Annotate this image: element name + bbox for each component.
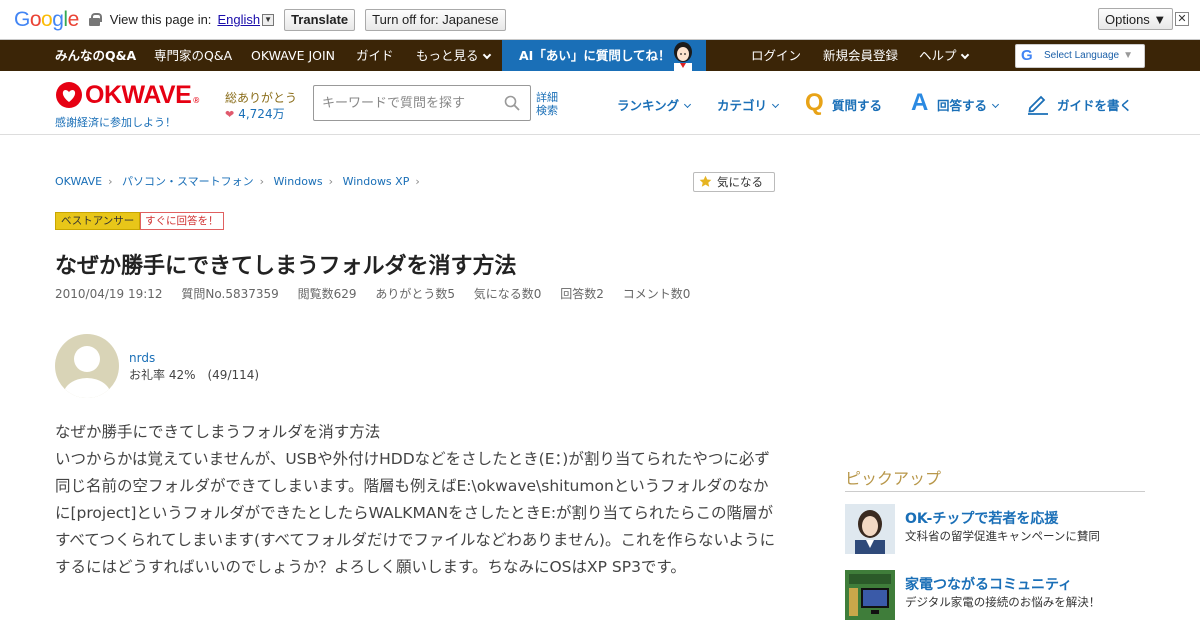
breadcrumb-separator: › [415,175,420,188]
ranking-label: ランキング [617,98,680,113]
logo-text: OKWAVE [85,80,192,109]
user-thanks-rate: お礼率 42% (49/114) [129,368,260,382]
select-language-arrow: ▼ [1123,50,1133,61]
chevron-down-icon [960,50,969,60]
watch-count: 気になる数0 [473,287,542,301]
star-icon [699,175,712,187]
answer-menu[interactable]: 回答する [937,95,1000,114]
answer-now-badge: すぐに回答を！ [140,212,224,230]
select-language-label: Select Language [1044,50,1120,61]
nav-item-help-label: ヘルプ [919,48,957,63]
nav-item-more-label: もっと見る [416,48,479,63]
slogan[interactable]: 感謝経済に参加しよう！ [55,114,176,130]
pickup-item[interactable]: 家電つながるコミュニティ デジタル家電の接続のお悩みを解決！ [845,570,1145,620]
search-box [313,85,531,121]
search-icon[interactable] [504,95,520,111]
pickup-item-title[interactable]: OK-チップで若者を応援 [905,508,1058,528]
advanced-search-label-2: 検索 [536,104,558,117]
breadcrumb-separator: › [108,175,113,188]
comment-count: コメント数0 [622,287,691,301]
select-language-dropdown[interactable]: G Select Language ▼ [1015,44,1145,68]
thanks-count: ❤ 4,724万 [225,105,285,122]
pickup-item[interactable]: OK-チップで若者を応援 文科省の留学促進キャンペーンに賛同 [845,504,1145,554]
logo-registered-mark: ® [192,96,201,105]
thanks-label: 総ありがとう [225,91,298,105]
search-input[interactable] [314,86,499,120]
answer-a-icon: A [911,89,929,116]
best-answer-badge: ベストアンサー [55,212,141,230]
close-icon[interactable]: ✕ [1175,12,1189,26]
chevron-down-icon [684,100,692,109]
breadcrumb-item-windows-xp[interactable]: Windows XP [343,175,410,188]
nav-item-register[interactable]: 新規会員登録 [823,40,898,71]
breadcrumb-item-pc[interactable]: パソコン・スマートフォン [122,175,254,188]
question-title: なぜか勝手にできてしまうフォルダを消す方法 [55,254,517,279]
nav-item-expert-qa[interactable]: 専門家のQ&A [154,40,232,71]
user-name-link[interactable]: nrds [129,351,155,365]
view-count: 閲覧数629 [297,287,357,301]
breadcrumb-item-windows[interactable]: Windows [274,175,323,188]
nav-item-help[interactable]: ヘルプ [919,40,969,71]
nav-item-login[interactable]: ログイン [751,40,801,71]
pickup-item-subtitle: 文科省の留学促進キャンペーンに賛同 [905,529,1100,543]
lock-icon [88,13,102,26]
ai-banner[interactable]: AI「あい」に質問してね！ [502,40,706,71]
answer-count: 回答数2 [560,287,604,301]
google-logo: Google [14,7,79,31]
turn-off-button[interactable]: Turn off for: Japanese [365,8,506,31]
breadcrumb-separator: › [259,175,265,188]
translate-bar: Google View this page in: English ▼ Tran… [0,0,1200,40]
breadcrumb-item-okwave[interactable]: OKWAVE [55,175,102,188]
avatar[interactable] [55,334,119,398]
chevron-down-icon [482,50,491,60]
translate-language-link[interactable]: English [217,12,260,27]
breadcrumb-separator: › [328,175,334,188]
pickup-heading: ピックアップ [845,465,1145,492]
question-meta: 2010/04/19 19:12 質問No.5837359 閲覧数629 ありが… [55,285,705,302]
pickup-thumbnail-woman [845,504,895,554]
heart-icon: ❤ [225,108,235,121]
translate-button[interactable]: Translate [284,8,356,31]
watch-button-label: 気になる [717,175,763,189]
user-silhouette-icon [63,346,111,398]
nav-item-qa[interactable]: みんなのQ&A [55,40,136,71]
breadcrumb: OKWAVE › パソコン・スマートフォン › Windows › Windows X… [55,173,426,189]
nav-item-more[interactable]: もっと見る [416,40,491,71]
pickup-item-title[interactable]: 家電つながるコミュニティ [905,574,1072,594]
site-header: OKWAVE ® 感謝経済に参加しよう！ 総ありがとう ❤4,724万 詳細検索… [0,71,1200,135]
watch-button[interactable]: 気になる [693,172,775,192]
google-g-icon: G [1021,47,1033,64]
question-body-line: なぜか勝手にできてしまうフォルダを消す方法 [55,423,381,441]
write-guide-button[interactable]: ガイドを書く [1057,95,1132,114]
ranking-menu[interactable]: ランキング [617,95,692,114]
options-button[interactable]: Options ▼ [1098,8,1174,30]
top-nav: みんなのQ&A 専門家のQ&A OKWAVE JOIN ガイド もっと見る AI… [0,40,1200,71]
advanced-search-link[interactable]: 詳細 検索 [536,91,558,117]
okwave-logo[interactable]: OKWAVE ® [55,81,200,109]
advanced-search-label-1: 詳細 [536,91,558,104]
thanks-count-value: 4,724万 [238,107,285,121]
ai-character-icon [674,42,692,71]
ask-question-button[interactable]: 質問する [832,95,882,114]
question-number: 質問No.5837359 [181,287,279,301]
category-menu[interactable]: カテゴリ [717,95,780,114]
language-dropdown-icon[interactable]: ▼ [262,13,275,26]
translate-view-text: View this page in: [109,12,212,27]
answer-label: 回答する [937,98,988,113]
pickup-thumbnail-tv [845,570,895,620]
question-q-icon: Q [805,89,824,116]
nav-item-guide[interactable]: ガイド [356,40,394,71]
chevron-down-icon [991,100,1000,109]
pickup-item-subtitle: デジタル家電の接続のお悩みを解決！ [905,595,1101,609]
chevron-down-icon [771,100,780,109]
thanks-count-meta: ありがとう数5 [375,287,455,301]
nav-item-join[interactable]: OKWAVE JOIN [251,40,335,71]
heart-logo-icon [56,82,82,108]
question-body-line: いつからかは覚えていませんが、USBや外付けHDDなどをさしたとき(E：)が割り… [55,450,776,576]
category-label: カテゴリ [717,98,768,113]
question-date: 2010/04/19 19:12 [55,287,163,301]
ai-banner-label: AI「あい」に質問してね！ [519,48,671,63]
question-body: なぜか勝手にできてしまうフォルダを消す方法 いつからかは覚えていませんが、USB… [55,419,780,581]
pencil-icon [1028,95,1048,115]
